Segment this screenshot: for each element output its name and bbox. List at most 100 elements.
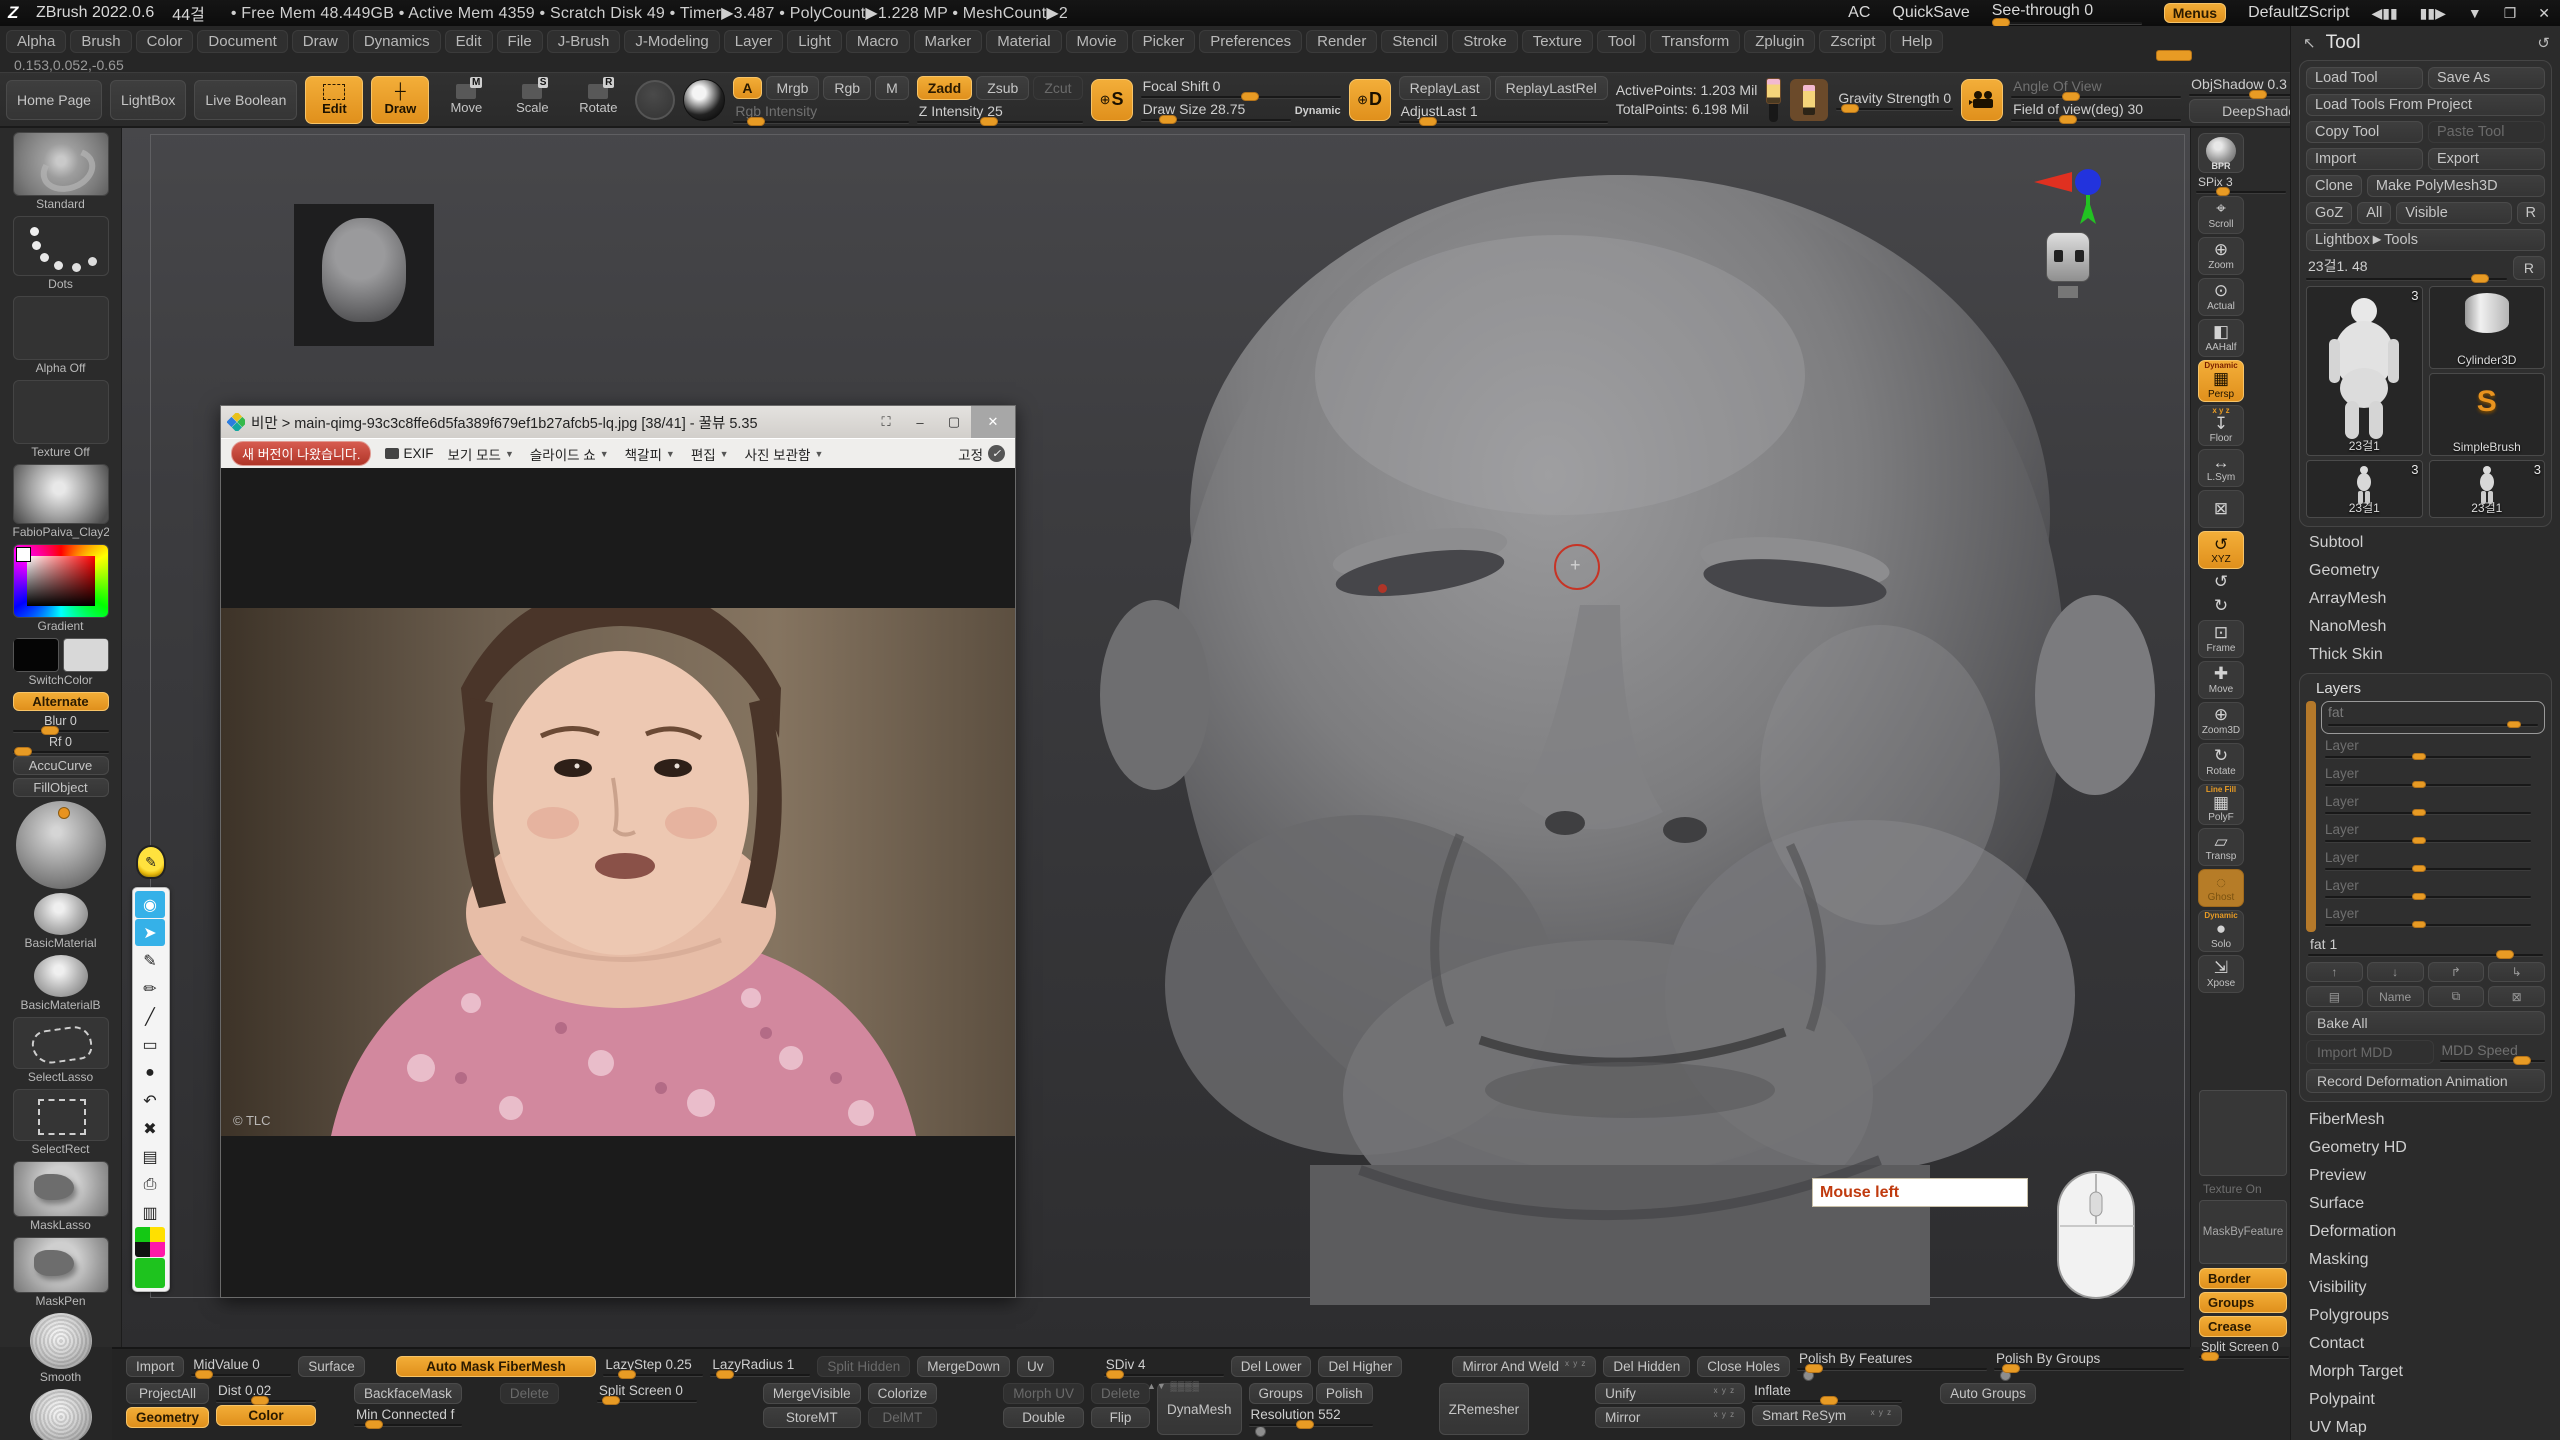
ac-button[interactable]: AC bbox=[1848, 4, 1870, 22]
tool-section[interactable]: Preview bbox=[2291, 1162, 2560, 1190]
layer-control-button[interactable]: Name bbox=[2367, 986, 2424, 1007]
menu-item[interactable]: Material bbox=[986, 30, 1061, 53]
projectall-button[interactable]: ProjectAll bbox=[126, 1383, 209, 1404]
strip-button[interactable]: ↔ L.Sym bbox=[2198, 449, 2244, 487]
split-screen-slider[interactable]: Split Screen 0 bbox=[597, 1383, 697, 1402]
divider-right-icon[interactable]: ▮▮▶ bbox=[2420, 5, 2446, 22]
tool-section[interactable]: Subtool bbox=[2291, 529, 2560, 557]
menu-item[interactable]: Edit bbox=[445, 30, 493, 53]
strip-button[interactable]: ⌖ Scroll bbox=[2198, 196, 2244, 234]
viewer-minimize-icon[interactable]: – bbox=[903, 406, 937, 438]
polish-by-features-slider[interactable]: Polish By Features bbox=[1797, 1351, 1987, 1381]
exif-button[interactable]: EXIF bbox=[385, 446, 433, 461]
layer-row[interactable]: Layer bbox=[2321, 876, 2545, 904]
tool-section[interactable]: Geometry bbox=[2291, 557, 2560, 585]
layer-control-button[interactable]: ▤ bbox=[2306, 986, 2363, 1007]
minimize-icon[interactable]: ▼ bbox=[2468, 5, 2482, 21]
smart-resym-button[interactable]: Smart ReSymx y z bbox=[1752, 1405, 1902, 1426]
del-higher-button[interactable]: Del Higher bbox=[1318, 1356, 1402, 1377]
strip-button[interactable]: x y z ↧ Floor bbox=[2198, 405, 2244, 447]
select-lasso-item[interactable]: SelectLasso bbox=[13, 1017, 109, 1086]
record-deformation-button[interactable]: Record Deformation Animation bbox=[2306, 1069, 2545, 1093]
replay-last-rel-button[interactable]: ReplayLastRel bbox=[1495, 76, 1608, 100]
border-button[interactable]: Border bbox=[2199, 1268, 2287, 1289]
sculpted-head-model[interactable] bbox=[1060, 135, 2180, 1305]
adjust-last-slider[interactable]: AdjustLast 1 bbox=[1399, 103, 1608, 123]
active-tool-slider[interactable]: 23걸1. 48 bbox=[2306, 256, 2507, 280]
accucurve-button[interactable]: AccuCurve bbox=[13, 756, 109, 775]
geometry-button[interactable]: Geometry bbox=[126, 1407, 209, 1428]
polish-by-groups-slider[interactable]: Polish By Groups bbox=[1994, 1351, 2184, 1381]
menu-item[interactable]: Tool bbox=[1597, 30, 1647, 53]
strip-button[interactable]: ⊕ Zoom bbox=[2198, 237, 2244, 275]
see-through-slider[interactable]: See-through 0 bbox=[1992, 2, 2142, 24]
menus-button[interactable]: Menus bbox=[2164, 3, 2226, 23]
material-selector[interactable]: FabioPaiva_Clay2 bbox=[13, 464, 109, 541]
load-tools-from-project-button[interactable]: Load Tools From Project bbox=[2306, 94, 2545, 116]
panel-reset-icon[interactable]: ↺ bbox=[2537, 34, 2550, 52]
draw-mode-button[interactable]: Draw bbox=[371, 76, 429, 124]
import-button[interactable]: Import bbox=[2306, 148, 2423, 170]
layer-row[interactable]: Layer bbox=[2321, 904, 2545, 932]
viewer-menu[interactable]: 책갈피▼ bbox=[625, 444, 675, 464]
import-button-bottom[interactable]: Import bbox=[126, 1356, 184, 1377]
eraser-icon[interactable]: ▭ bbox=[135, 1031, 165, 1058]
replay-d-icon[interactable]: ⊕D bbox=[1349, 79, 1391, 121]
menu-item[interactable]: Document bbox=[197, 30, 287, 53]
whiteboard-icon[interactable]: ▤ bbox=[135, 1143, 165, 1170]
strip-button[interactable]: ↻ Rotate bbox=[2198, 743, 2244, 781]
mrgb-button[interactable]: Mrgb bbox=[766, 76, 820, 100]
select-rect-item[interactable]: SelectRect bbox=[13, 1089, 109, 1158]
layer-intensity-slider[interactable]: fat 1 bbox=[2308, 936, 2543, 956]
min-connected-slider[interactable]: Min Connected f bbox=[354, 1407, 462, 1426]
angle-of-view-slider[interactable]: Angle Of View bbox=[2011, 78, 2181, 98]
strip-button[interactable]: Dynamic ▦ Persp bbox=[2198, 360, 2244, 402]
menu-item[interactable]: Movie bbox=[1066, 30, 1128, 53]
layer-row[interactable]: Layer bbox=[2321, 736, 2545, 764]
zadd-button[interactable]: Zadd bbox=[917, 76, 972, 100]
colorize-button[interactable]: Colorize bbox=[868, 1383, 938, 1404]
export-button[interactable]: Export bbox=[2428, 148, 2545, 170]
menu-item[interactable]: Preferences bbox=[1199, 30, 1302, 53]
alternate-button[interactable]: Alternate bbox=[13, 692, 109, 711]
strip-button[interactable]: ▱ Transp bbox=[2198, 828, 2244, 866]
bar-divider-handle[interactable]: ▲▼ ▒▒▒▒ bbox=[1147, 1381, 1200, 1391]
tool-section[interactable]: Polygroups bbox=[2291, 1302, 2560, 1330]
home-page-button[interactable]: Home Page bbox=[6, 80, 102, 120]
menu-item[interactable]: Zscript bbox=[1819, 30, 1886, 53]
layers-section[interactable]: Layers bbox=[2306, 678, 2545, 701]
layer-control-button[interactable]: ↑ bbox=[2306, 962, 2363, 982]
backfacemask-button[interactable]: BackfaceMask bbox=[354, 1383, 462, 1404]
save-as-button[interactable]: Save As bbox=[2428, 67, 2545, 89]
menu-item[interactable]: J-Modeling bbox=[624, 30, 719, 53]
viewer-close-icon[interactable]: ✕ bbox=[971, 406, 1015, 438]
strip-button[interactable]: ⊠ bbox=[2198, 490, 2244, 528]
rgb-intensity-slider[interactable]: Rgb Intensity bbox=[733, 103, 908, 123]
clipboard-icon[interactable]: ▥ bbox=[135, 1199, 165, 1226]
midvalue-slider[interactable]: MidValue 0 bbox=[191, 1357, 291, 1376]
strip-button[interactable]: ⊙ Actual bbox=[2198, 278, 2244, 316]
strip-button[interactable]: Dynamic ● Solo bbox=[2198, 910, 2244, 952]
close-holes-button[interactable]: Close Holes bbox=[1697, 1356, 1790, 1377]
bake-all-button[interactable]: Bake All bbox=[2306, 1011, 2545, 1035]
layer-row[interactable]: Layer bbox=[2321, 764, 2545, 792]
divider-left-icon[interactable]: ◀▮▮ bbox=[2371, 5, 2397, 22]
goz-r-button[interactable]: R bbox=[2517, 202, 2545, 224]
menu-item[interactable]: Zplugin bbox=[1744, 30, 1815, 53]
material-preview-icon[interactable] bbox=[683, 79, 725, 121]
layer-row[interactable]: Layer bbox=[2321, 848, 2545, 876]
polish-button[interactable]: Polish bbox=[1316, 1383, 1373, 1404]
move-mode-button[interactable]: M Move bbox=[437, 76, 495, 124]
m-button[interactable]: M bbox=[875, 76, 909, 100]
zremesher-button[interactable]: ZRemesher bbox=[1439, 1383, 1530, 1435]
quicksave-button[interactable]: QuickSave bbox=[1892, 4, 1969, 22]
points-vertical-slider[interactable] bbox=[1769, 78, 1778, 122]
live-boolean-button[interactable]: Live Boolean bbox=[194, 80, 297, 120]
split-hidden-button[interactable]: Split Hidden bbox=[817, 1356, 910, 1377]
z-intensity-slider[interactable]: Z Intensity 25 bbox=[917, 103, 1083, 123]
tool-section[interactable]: Surface bbox=[2291, 1190, 2560, 1218]
tool-section[interactable]: Deformation bbox=[2291, 1218, 2560, 1246]
stroke-preview-icon[interactable] bbox=[635, 80, 675, 120]
menu-item[interactable]: Draw bbox=[292, 30, 349, 53]
menu-item[interactable]: Alpha bbox=[6, 30, 66, 53]
